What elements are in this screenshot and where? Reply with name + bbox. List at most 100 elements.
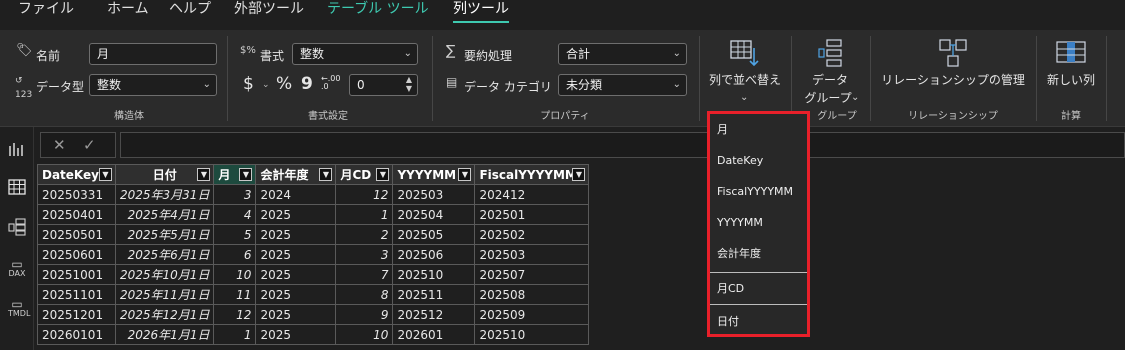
column-header-datekey[interactable]: DateKey ▼ (37, 164, 116, 185)
cell-date[interactable]: 2025年11月1日 (114, 284, 215, 305)
cell-yyyymm[interactable]: 202503 (392, 184, 476, 205)
cell-month[interactable]: 12 (213, 304, 257, 325)
sort-option-datekey[interactable]: DateKey (710, 145, 807, 176)
cell-month-cd[interactable]: 10 (335, 324, 394, 345)
menu-home[interactable]: ホーム (107, 0, 149, 30)
commit-icon[interactable]: ✓ (83, 136, 96, 154)
cell-yyyymm[interactable]: 202504 (392, 204, 476, 225)
summarize-select[interactable]: 合計 ⌄ (558, 43, 687, 65)
column-header-date[interactable]: 日付 ▼ (114, 164, 215, 185)
cell-fiscal-yyyymm[interactable]: 202507 (474, 264, 590, 285)
menu-external-tools[interactable]: 外部ツール (234, 0, 304, 30)
cell-datekey[interactable]: 20250501 (37, 224, 116, 245)
cell-yyyymm[interactable]: 202511 (392, 284, 476, 305)
spinner-icon[interactable]: ▲ ▼ (406, 75, 412, 93)
cell-month[interactable]: 5 (213, 224, 257, 245)
cell-yyyymm[interactable]: 202505 (392, 224, 476, 245)
cell-month-cd[interactable]: 7 (335, 264, 394, 285)
cell-fiscal-year[interactable]: 2025 (255, 264, 337, 285)
cell-fiscal-year[interactable]: 2025 (255, 304, 337, 325)
cell-yyyymm[interactable]: 202601 (392, 324, 476, 345)
cell-date[interactable]: 2025年12月1日 (114, 304, 215, 325)
cell-month-cd[interactable]: 9 (335, 304, 394, 325)
percent-button[interactable]: % (276, 74, 292, 94)
cell-month-cd[interactable]: 2 (335, 224, 394, 245)
cell-fiscal-yyyymm[interactable]: 202509 (474, 304, 590, 325)
manage-relationships-button[interactable]: リレーションシップの管理 (874, 38, 1032, 94)
filter-dropdown-icon[interactable]: ▼ (239, 168, 253, 181)
cell-fiscal-yyyymm[interactable]: 202503 (474, 244, 590, 265)
cell-fiscal-yyyymm[interactable]: 202502 (474, 224, 590, 245)
cell-datekey[interactable]: 20250331 (37, 184, 116, 205)
sort-option-fiscal-year[interactable]: 会計年度 (710, 238, 807, 269)
cell-month-cd[interactable]: 3 (335, 244, 394, 265)
new-column-button[interactable]: 新しい列 (1040, 38, 1102, 94)
filter-dropdown-icon[interactable]: ▼ (572, 168, 586, 181)
category-select[interactable]: 未分類 ⌄ (558, 74, 687, 96)
sort-option-month-cd[interactable]: 月CD (710, 273, 807, 304)
cell-month[interactable]: 6 (213, 244, 257, 265)
cell-month-cd[interactable]: 1 (335, 204, 394, 225)
cancel-icon[interactable]: ✕ (53, 136, 66, 154)
filter-dropdown-icon[interactable]: ▼ (376, 168, 390, 181)
cell-date[interactable]: 2025年4月1日 (114, 204, 215, 225)
cell-datekey[interactable]: 20250601 (37, 244, 116, 265)
column-header-month[interactable]: 月 ▼ (213, 164, 257, 185)
cell-month[interactable]: 10 (213, 264, 257, 285)
cell-fiscal-year[interactable]: 2025 (255, 324, 337, 345)
filter-dropdown-icon[interactable]: ▼ (99, 168, 112, 181)
cell-month[interactable]: 1 (213, 324, 257, 345)
cell-date[interactable]: 2025年3月31日 (114, 184, 215, 205)
cell-fiscal-yyyymm[interactable]: 202501 (474, 204, 590, 225)
column-header-month-cd[interactable]: 月CD ▼ (335, 164, 394, 185)
cell-month[interactable]: 3 (213, 184, 257, 205)
decimal-places-icon[interactable]: ←.00 .0 (321, 75, 341, 91)
cell-datekey[interactable]: 20251001 (37, 264, 116, 285)
sort-by-column-button[interactable]: 列で並べ替え ⌄ (703, 38, 787, 104)
filter-dropdown-icon[interactable]: ▼ (458, 168, 472, 181)
comma-style-button[interactable]: 9 (301, 74, 313, 94)
format-select[interactable]: 整数 ⌄ (292, 43, 418, 65)
cell-date[interactable]: 2026年1月1日 (114, 324, 215, 345)
menu-column-tools[interactable]: 列ツール (453, 0, 509, 30)
cell-yyyymm[interactable]: 202506 (392, 244, 476, 265)
menu-file[interactable]: ファイル (18, 0, 74, 30)
cell-fiscal-year[interactable]: 2025 (255, 204, 337, 225)
formula-input[interactable] (120, 132, 1125, 158)
cell-yyyymm[interactable]: 202512 (392, 304, 476, 325)
cell-month[interactable]: 4 (213, 204, 257, 225)
chevron-down-icon[interactable]: ⌄ (262, 80, 270, 90)
sort-option-month[interactable]: 月 (710, 114, 807, 145)
table-view-icon[interactable] (8, 179, 26, 195)
name-input[interactable]: 月 (89, 43, 217, 65)
decimal-places-input[interactable]: 0 ▲ ▼ (349, 74, 418, 96)
cell-yyyymm[interactable]: 202510 (392, 264, 476, 285)
sort-option-yyyymm[interactable]: YYYYMM (710, 207, 807, 238)
cell-date[interactable]: 2025年6月1日 (114, 244, 215, 265)
sort-option-fiscal-yyyymm[interactable]: FiscalYYYYMM (710, 176, 807, 207)
dax-query-view-icon[interactable]: ▭ DAX (8, 258, 26, 278)
cell-fiscal-yyyymm[interactable]: 202510 (474, 324, 590, 345)
cell-datekey[interactable]: 20260101 (37, 324, 116, 345)
cell-fiscal-year[interactable]: 2025 (255, 284, 337, 305)
tmdl-view-icon[interactable]: ▭ TMDL (8, 298, 30, 318)
cell-date[interactable]: 2025年5月1日 (114, 224, 215, 245)
cell-fiscal-year[interactable]: 2025 (255, 244, 337, 265)
column-header-fiscal-year[interactable]: 会計年度 ▼ (255, 164, 337, 185)
cell-date[interactable]: 2025年10月1日 (114, 264, 215, 285)
cell-month[interactable]: 11 (213, 284, 257, 305)
report-view-icon[interactable] (8, 141, 26, 157)
column-header-yyyymm[interactable]: YYYYMM ▼ (392, 164, 476, 185)
cell-datekey[interactable]: 20251201 (37, 304, 116, 325)
sort-option-date[interactable]: 日付 (710, 306, 807, 337)
cell-fiscal-yyyymm[interactable]: 202412 (474, 184, 590, 205)
cell-month-cd[interactable]: 8 (335, 284, 394, 305)
column-header-fiscal-yyyymm[interactable]: FiscalYYYYMM ▼ (474, 164, 590, 185)
cell-month-cd[interactable]: 12 (335, 184, 394, 205)
cell-datekey[interactable]: 20251101 (37, 284, 116, 305)
filter-dropdown-icon[interactable]: ▼ (197, 168, 211, 181)
currency-button[interactable]: $ (243, 74, 254, 94)
filter-dropdown-icon[interactable]: ▼ (319, 168, 333, 181)
cell-datekey[interactable]: 20250401 (37, 204, 116, 225)
menu-help[interactable]: ヘルプ (169, 0, 211, 30)
